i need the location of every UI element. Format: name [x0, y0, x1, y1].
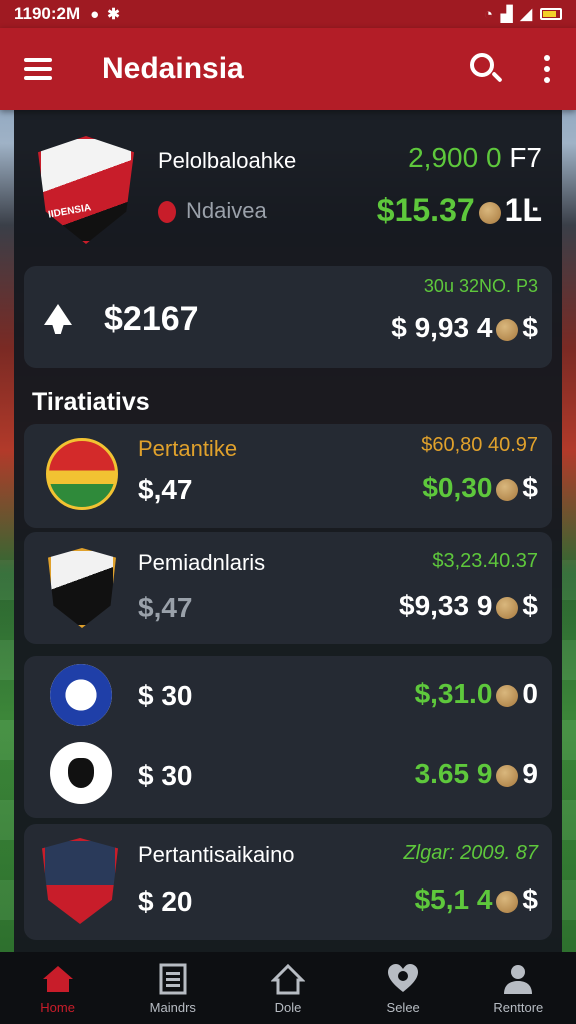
list-item-price: $ 30 [138, 760, 193, 791]
featured-team-sub-label: Ndaivea [186, 198, 267, 223]
team-logo [50, 664, 112, 726]
coin-icon [496, 318, 519, 341]
list-item[interactable]: $ 30 3.65 9 9 [24, 736, 552, 818]
nav-dole[interactable]: Dole [238, 962, 338, 1015]
status-time: 1190:2M [14, 4, 81, 23]
team-crest [48, 548, 116, 628]
coin-icon [496, 684, 519, 707]
nav-home-label: Home [40, 999, 75, 1015]
bull-icon [68, 758, 94, 788]
nav-renttore-label: Renttore [493, 999, 544, 1015]
nav-maindrs[interactable]: Maindrs [123, 962, 223, 1015]
list-item-name: Pemiadnlaris [138, 550, 266, 575]
featured-value-primary: 2,900 0 F7 [408, 142, 542, 174]
signal-icon: ▟ [500, 6, 513, 23]
list-item-value-number: $0,30 [422, 472, 493, 503]
wifi-icon: ◢ [520, 6, 532, 23]
list-item-top: $60,80 40.97 [421, 434, 538, 456]
settings-icon: ✱ [107, 6, 120, 23]
list-item-name: Pertantike [138, 436, 238, 461]
featured-value-secondary-number: $15.37 [376, 192, 475, 228]
featured-value-primary-number: 2,900 0 [408, 142, 502, 173]
app-bar: Nedainsia [0, 28, 576, 110]
coin-icon [478, 201, 501, 224]
featured-team-sub: Ndaivea [158, 198, 267, 224]
app-title: Nedainsia [102, 52, 244, 85]
nav-selee-label: Selee [386, 999, 420, 1015]
home-icon [41, 962, 75, 996]
featured-team-name: Pelolbaloahke [158, 148, 297, 173]
trend-up-icon [44, 304, 72, 334]
battery-icon [540, 8, 562, 20]
summary-top-label: 30u 32NO. P3 [423, 276, 538, 296]
player-badge [42, 838, 118, 924]
featured-value-secondary: $15.37 1Ŀ [377, 192, 542, 229]
person-icon [501, 962, 535, 996]
more-options-icon[interactable] [544, 55, 552, 83]
message-icon: ● [90, 5, 100, 23]
nav-dole-label: Dole [274, 999, 302, 1015]
list-item[interactable]: Pertantike $,47 $60,80 40.97 $0,30 $ [24, 424, 552, 528]
featured-value-primary-unit: F7 [509, 142, 542, 173]
list-item-value: 3.65 9 9 [415, 758, 538, 790]
featured-value-secondary-tail: 1Ŀ [504, 192, 542, 228]
flag-icon [158, 201, 176, 224]
team-crest [38, 136, 134, 244]
list-item-price: $,47 [138, 592, 193, 623]
search-icon[interactable] [468, 51, 504, 87]
list-group: $ 30 $,31.0 0 $ 30 3.65 9 9 [24, 656, 552, 818]
list-item-price: $,47 [138, 474, 193, 505]
list-item[interactable]: $ 30 $,31.0 0 [24, 656, 552, 736]
summary-card[interactable]: $2167 30u 32NO. P3 $ 9,93 4 $ [24, 266, 552, 368]
coin-icon [496, 478, 519, 501]
coin-icon [496, 764, 519, 787]
featured-team[interactable]: IIDENSIA Pelolbaloahke Ndaivea 2,900 0 F… [24, 118, 552, 258]
list-item-value-tail: 0 [522, 678, 538, 709]
house-outline-icon [270, 962, 306, 996]
menu-icon[interactable] [24, 58, 52, 80]
list-item-value-tail: $ [522, 472, 538, 503]
list-item-value: $5,1 4 $ [415, 884, 538, 916]
list-item-value-number: $,31.0 [414, 678, 493, 709]
list-item-value-number: $9,33 9 [399, 590, 493, 621]
list-item-value: $9,33 9 $ [399, 590, 538, 622]
list-item-value: $0,30 $ [422, 472, 538, 504]
alarm-icon: ◔ [483, 5, 493, 23]
coin-icon [496, 596, 519, 619]
list-item-value-tail: $ [522, 590, 538, 621]
list-item-name: Pertantisaikaino [138, 842, 295, 867]
nav-selee[interactable]: Selee [353, 962, 453, 1015]
nav-renttore[interactable]: Renttore [468, 962, 568, 1015]
list-item-value: $,31.0 0 [415, 678, 538, 710]
list-item-price: $ 30 [138, 680, 193, 711]
status-bar: 1190:2M ● ✱ ◔ ▟ ◢ [0, 0, 576, 28]
list-item[interactable]: Pertantisaikaino $ 20 Zlgar: 2009. 87 $5… [24, 824, 552, 940]
bottom-navigation: Home Maindrs Dole Selee Renttore [0, 952, 576, 1024]
summary-amount: $2167 [104, 300, 199, 338]
summary-value-number: $ 9,93 4 [391, 312, 493, 343]
list-item-top: Zlgar: 2009. 87 [403, 842, 538, 864]
list-item-top: $3,23.40.37 [432, 550, 538, 572]
nav-maindrs-label: Maindrs [149, 999, 196, 1015]
list-icon [156, 962, 190, 996]
list-item-value-number: 3.65 9 [414, 758, 493, 789]
list-item-value-number: $5,1 4 [414, 884, 493, 915]
list-item-price: $ 20 [138, 886, 193, 917]
coin-icon [496, 890, 519, 913]
section-title: Tiratiativs [32, 388, 150, 416]
team-logo [46, 438, 118, 510]
heart-icon [386, 962, 420, 996]
summary-value: $ 9,93 4 $ [391, 312, 538, 344]
nav-home[interactable]: Home [8, 962, 108, 1015]
summary-value-tail: $ [522, 312, 538, 343]
list-item[interactable]: Pemiadnlaris $,47 $3,23.40.37 $9,33 9 $ [24, 532, 552, 644]
list-item-value-tail: $ [522, 884, 538, 915]
list-item-value-tail: 9 [522, 758, 538, 789]
